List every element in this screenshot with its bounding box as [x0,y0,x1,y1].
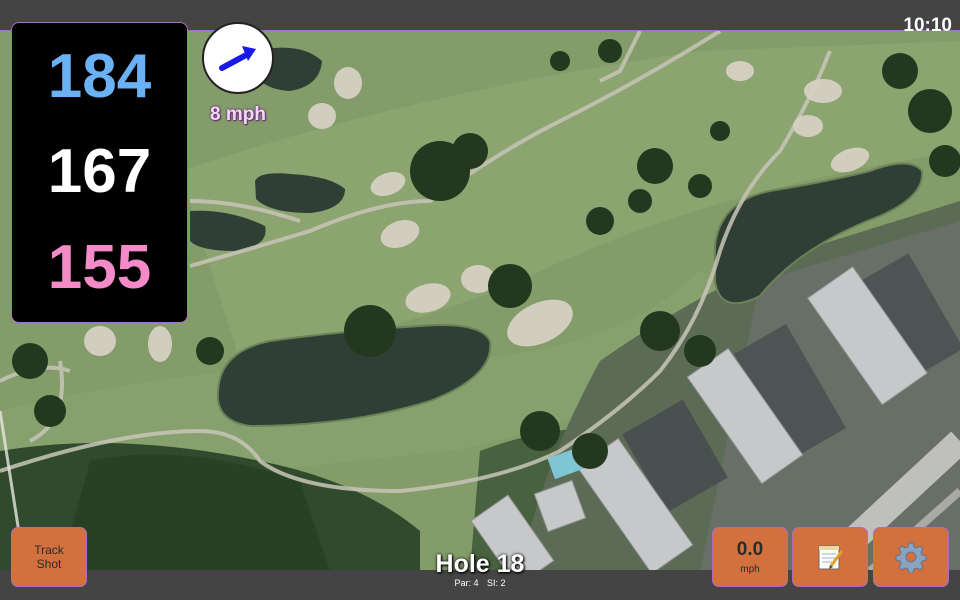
hole-par: Par: 4 [454,578,479,588]
notes-button[interactable] [792,527,868,587]
speed-unit: mph [740,564,760,575]
track-shot-label-line2: Shot [36,557,62,571]
wind-direction-indicator [202,22,274,94]
yardage-panel: 184 167 155 [11,22,188,323]
track-shot-label-line1: Track [34,543,64,557]
wind-speed-label: 8 mph [210,104,266,125]
hole-details: Par: 4 SI: 2 [380,578,580,588]
arrow-northeast-icon [219,46,256,71]
center-yardage: 167 [47,137,152,207]
status-clock: 10:10 [903,15,952,36]
back-yardage: 184 [47,41,152,111]
track-shot-button[interactable]: Track Shot [11,527,87,587]
hole-title: Hole 18 [435,550,525,578]
front-yardage: 155 [47,233,152,303]
hole-info: Hole 18 Par: 4 SI: 2 [380,550,580,588]
settings-button[interactable] [873,527,949,587]
gear-icon [895,542,927,573]
speed-value: 0.0 [736,539,764,560]
speed-button[interactable]: 0.0 mph [712,527,788,587]
hole-stroke-index: SI: 2 [487,578,506,588]
notepad-icon [818,545,844,570]
